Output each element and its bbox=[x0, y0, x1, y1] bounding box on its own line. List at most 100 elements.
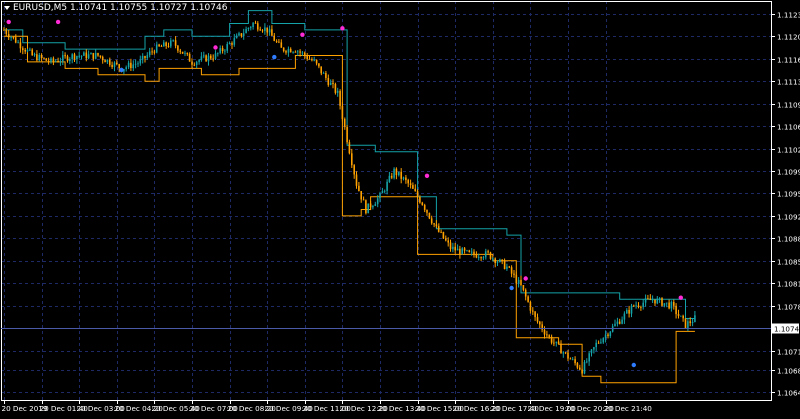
candle-body bbox=[534, 311, 536, 318]
candle-body bbox=[527, 296, 529, 302]
candle-body bbox=[195, 61, 198, 65]
candle-body bbox=[360, 191, 362, 200]
candle-body bbox=[571, 359, 574, 360]
candle-body bbox=[487, 251, 489, 253]
candle-body bbox=[369, 203, 372, 208]
candle-body bbox=[24, 49, 26, 52]
candle-body bbox=[130, 62, 132, 68]
candle-body bbox=[280, 42, 283, 48]
candle-body bbox=[235, 35, 238, 39]
candle-body bbox=[287, 48, 290, 53]
candle-body bbox=[355, 174, 358, 186]
y-tick-label: 1.11165 bbox=[777, 56, 800, 65]
candle-body bbox=[50, 58, 52, 62]
candle-body bbox=[656, 298, 659, 304]
signal-dot-magenta bbox=[213, 45, 218, 50]
candle-body bbox=[78, 55, 80, 57]
candle-body bbox=[680, 315, 682, 317]
chevron-down-icon[interactable] bbox=[4, 5, 10, 10]
candle-body bbox=[482, 257, 485, 259]
candle-body bbox=[278, 41, 280, 43]
candle-body bbox=[358, 185, 360, 191]
candle-body bbox=[492, 258, 494, 260]
candle-body bbox=[510, 267, 513, 274]
candle-body bbox=[499, 259, 501, 262]
candle-body bbox=[670, 302, 673, 309]
candle-body bbox=[172, 40, 174, 41]
signal-dot-blue bbox=[509, 285, 514, 291]
candle-body bbox=[651, 299, 654, 301]
current-price-label: 1.10746 bbox=[774, 325, 800, 334]
candle-body bbox=[459, 248, 461, 255]
candle-body bbox=[17, 42, 19, 43]
candle-series bbox=[3, 20, 696, 375]
candle-body bbox=[92, 53, 95, 59]
candle-body bbox=[409, 183, 412, 186]
candle-body bbox=[562, 352, 565, 354]
candle-body bbox=[626, 310, 628, 314]
candle-body bbox=[640, 306, 642, 308]
candle-body bbox=[569, 358, 572, 360]
y-tick-label: 1.11060 bbox=[777, 123, 800, 132]
candle-body bbox=[663, 303, 666, 306]
candle-body bbox=[567, 352, 569, 359]
candle-body bbox=[282, 47, 285, 52]
candle-body bbox=[334, 84, 337, 93]
upper-band-line bbox=[4, 10, 695, 319]
y-tick-label: 1.10850 bbox=[777, 258, 800, 267]
candle-body bbox=[362, 199, 365, 201]
trading-chart-window[interactable]: 1.11235 1.11200 1.11165 1.11130 1.11095 1.110… bbox=[0, 0, 800, 415]
candle-body bbox=[529, 302, 532, 311]
candle-body bbox=[395, 168, 398, 176]
candle-body bbox=[381, 191, 384, 194]
candle-body bbox=[658, 298, 661, 299]
candle-body bbox=[141, 56, 144, 60]
candle-body bbox=[548, 335, 550, 337]
candle-body bbox=[351, 153, 353, 166]
symbol-header[interactable]: EURUSD,M5 1.10741 1.10755 1.10727 1.1074… bbox=[4, 3, 227, 13]
candle-body bbox=[224, 50, 226, 52]
candle-body bbox=[275, 41, 278, 42]
candle-body bbox=[329, 82, 332, 85]
candle-body bbox=[184, 52, 186, 54]
candle-body bbox=[447, 240, 449, 243]
candle-body bbox=[379, 193, 381, 199]
candle-body bbox=[273, 35, 275, 41]
candle-body bbox=[268, 29, 271, 33]
candle-body bbox=[644, 298, 647, 303]
candle-body bbox=[292, 51, 294, 53]
candle-body bbox=[252, 22, 254, 27]
candle-body bbox=[433, 223, 435, 225]
candle-body bbox=[245, 29, 247, 34]
candle-body bbox=[668, 302, 670, 309]
candle-body bbox=[468, 250, 471, 253]
candle-body bbox=[233, 38, 236, 45]
candle-body bbox=[470, 251, 473, 253]
candle-body bbox=[689, 321, 691, 323]
candle-body bbox=[304, 52, 306, 56]
candle-body bbox=[456, 248, 459, 251]
candle-body bbox=[665, 302, 668, 304]
candle-body bbox=[513, 273, 515, 275]
candle-body bbox=[463, 248, 466, 251]
price-chart[interactable]: 1.11235 1.11200 1.11165 1.11130 1.11095 1.110… bbox=[0, 0, 800, 415]
candle-body bbox=[440, 231, 442, 233]
candle-body bbox=[564, 352, 567, 354]
candle-body bbox=[181, 51, 184, 54]
candle-body bbox=[586, 361, 588, 363]
candle-body bbox=[654, 299, 656, 304]
candle-body bbox=[144, 56, 146, 59]
candle-body bbox=[301, 52, 304, 54]
candle-body bbox=[146, 55, 149, 59]
candle-body bbox=[365, 200, 367, 214]
candle-body bbox=[400, 171, 402, 179]
candle-body bbox=[372, 206, 374, 208]
candle-body bbox=[139, 59, 142, 64]
candle-body bbox=[151, 51, 153, 53]
candle-body bbox=[616, 321, 619, 324]
candle-body bbox=[118, 64, 120, 69]
candle-body bbox=[207, 55, 210, 62]
candle-body bbox=[313, 59, 315, 61]
candle-body bbox=[266, 27, 268, 33]
candle-body bbox=[445, 238, 447, 241]
